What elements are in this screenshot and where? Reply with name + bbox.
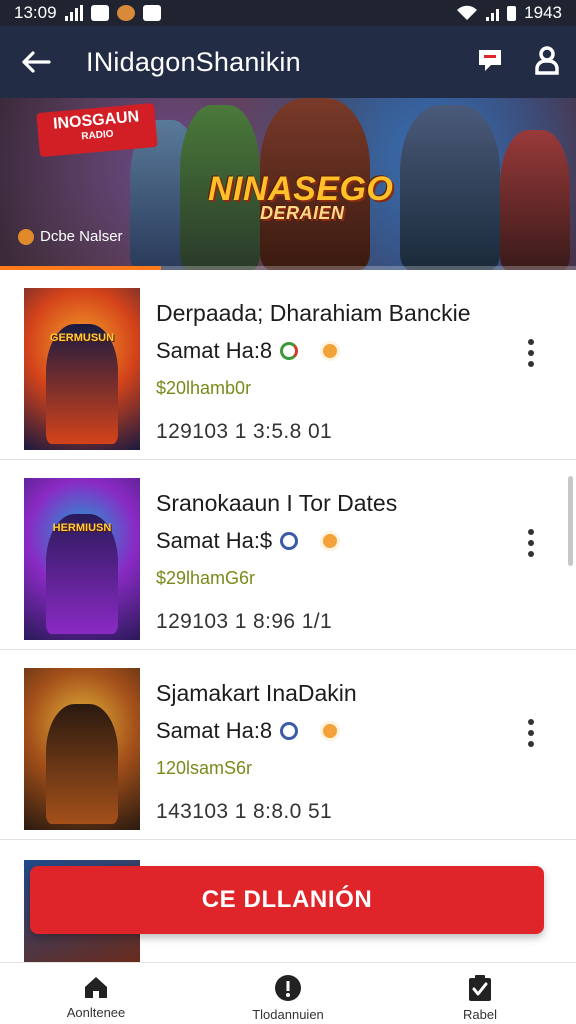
cell-signal-icon xyxy=(486,5,500,21)
thumbnail-character xyxy=(46,704,118,824)
rating-icon xyxy=(280,342,299,360)
more-options-button[interactable] xyxy=(518,336,544,370)
back-button[interactable] xyxy=(16,42,56,82)
primary-action-button[interactable]: CE DLLANIÓN xyxy=(30,866,544,934)
item-stats: 129103 1 8:96 1/1 xyxy=(156,610,333,633)
wifi-icon xyxy=(457,5,478,20)
creator-avatar-icon xyxy=(18,228,34,245)
scrollbar[interactable] xyxy=(568,476,573,566)
more-options-button[interactable] xyxy=(518,716,544,750)
item-title: Derpaada; Dharahiam Banckie xyxy=(156,300,471,326)
signal-icon xyxy=(64,5,83,21)
item-meta: Samat Ha:8 xyxy=(156,338,341,364)
item-title: Sjamakart InaDakin xyxy=(156,680,357,706)
user-icon xyxy=(535,45,559,75)
hero-banner[interactable]: INOSGAUN RADIO NINASEGO DERAIEN Dcbe Nal… xyxy=(0,98,576,270)
banner-creator: Dcbe Nalser xyxy=(18,228,123,245)
banner-logo: NINASEGO DERAIEN xyxy=(208,170,394,223)
coin-icon xyxy=(320,721,341,741)
item-stats: 143103 1 8:8.0 51 xyxy=(156,800,333,823)
item-price: 120lsamS6r xyxy=(156,758,253,778)
item-price: $20lhamb0r xyxy=(156,378,252,398)
app-bar: INidagonShanikin xyxy=(0,26,576,98)
item-meta: Samat Ha:8 xyxy=(156,718,341,744)
nav-item-info[interactable]: Tlodannuien xyxy=(192,963,384,1024)
item-thumbnail: HERMIUSN xyxy=(24,478,140,640)
page-title: INidagonShanikin xyxy=(86,46,301,77)
coin-icon xyxy=(320,531,341,551)
item-stats: 129103 1 3:5.8 01 xyxy=(156,420,333,443)
chat-bubble-icon xyxy=(479,49,501,71)
app-notification-icon xyxy=(116,5,135,21)
more-options-button[interactable] xyxy=(518,526,544,560)
status-bar: 13:09 1943 xyxy=(0,0,576,26)
banner-character xyxy=(500,130,570,270)
rating-icon xyxy=(280,532,299,550)
info-icon xyxy=(275,975,301,1001)
banner-character xyxy=(400,105,500,270)
list-item[interactable]: HERMIUSN Sranokaaun I Tor Dates Samat Ha… xyxy=(0,460,576,650)
list-item[interactable]: Sjamakart InaDakin Samat Ha:8 120lsamS6r… xyxy=(0,650,576,840)
notification-icon xyxy=(90,5,109,21)
message-icon xyxy=(142,5,161,21)
bottom-navigation: Aonltenee Tlodannuien Rabel xyxy=(0,962,576,1024)
item-thumbnail xyxy=(24,668,140,830)
home-icon xyxy=(85,977,107,998)
status-time: 13:09 xyxy=(14,3,57,22)
battery-level: 1943 xyxy=(524,3,562,22)
nav-item-home[interactable]: Aonltenee xyxy=(0,963,192,1024)
item-price: $29lhamG6r xyxy=(156,568,256,588)
item-thumbnail: GERMUSUN xyxy=(24,288,140,450)
battery-icon xyxy=(507,5,517,21)
item-title: Sranokaaun I Tor Dates xyxy=(156,490,398,516)
chat-button[interactable] xyxy=(476,46,504,79)
arrow-left-icon xyxy=(22,51,51,73)
rating-icon xyxy=(280,722,299,740)
list-item[interactable]: GERMUSUN Derpaada; Dharahiam Banckie Sam… xyxy=(0,270,576,460)
nav-item-tasks[interactable]: Rabel xyxy=(384,963,576,1024)
profile-button[interactable] xyxy=(534,45,560,80)
item-meta: Samat Ha:$ xyxy=(156,528,341,554)
clipboard-check-icon xyxy=(469,975,491,1001)
coin-icon xyxy=(320,341,341,361)
